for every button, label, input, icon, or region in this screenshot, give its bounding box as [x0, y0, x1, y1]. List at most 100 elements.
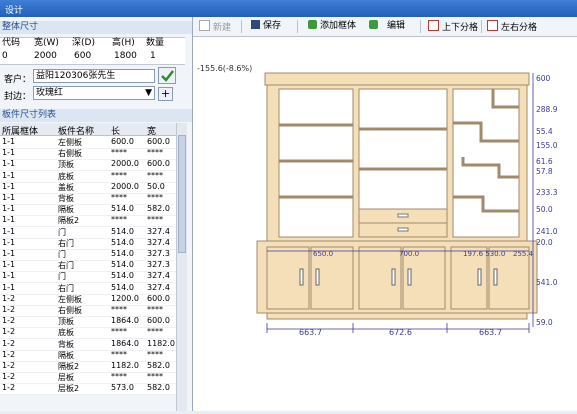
svg-text:241.0: 241.0: [536, 227, 558, 236]
table-cell: ****: [147, 193, 163, 202]
table-cell: 327.3: [147, 249, 170, 258]
svg-text:50.0: 50.0: [536, 205, 553, 214]
edit-icon: [369, 20, 378, 29]
drawer-handle: [398, 228, 408, 231]
table-cell: 514.0: [111, 271, 134, 280]
table-cell: 514.0: [111, 204, 134, 213]
table-cell: 573.0: [111, 383, 134, 392]
inner-dim-2: 700.0: [399, 250, 419, 258]
table-cell: 582.0: [147, 204, 170, 213]
table-cell: ****: [111, 350, 127, 359]
chevron-down-icon: ▼: [145, 87, 152, 99]
table-cell: 1-1: [2, 215, 15, 224]
split-vertical-icon: [428, 20, 439, 31]
table-cell: 1-1: [2, 260, 15, 269]
check-icon: [159, 68, 175, 83]
save-disk-icon: [251, 20, 260, 29]
table-cell: ****: [111, 327, 127, 336]
table-cell: 1-1: [2, 204, 15, 213]
dim-value-qty[interactable]: 1: [150, 50, 156, 62]
table-cell: 1-2: [2, 383, 15, 392]
table-cell: ****: [147, 171, 163, 180]
dim-header-qty: 数量: [146, 37, 164, 49]
cabinet-crown[interactable]: [265, 73, 529, 85]
table-cell: 1864.0: [111, 339, 139, 348]
plinth[interactable]: [267, 313, 527, 319]
inner-dim-4: 255.4: [513, 250, 534, 258]
edit-button[interactable]: 编辑: [369, 20, 405, 33]
table-cell: 582.0: [147, 361, 170, 370]
split-horizontal-button[interactable]: 左右分格: [487, 20, 537, 33]
table-cell: 1-1: [2, 271, 15, 280]
new-button[interactable]: 新建: [199, 20, 231, 33]
split-vertical-button[interactable]: 上下分格: [428, 20, 478, 33]
inner-dim-1: 650.0: [313, 250, 333, 258]
edge-label: 封边：: [4, 89, 31, 102]
table-cell: ****: [111, 372, 127, 381]
left-bay[interactable]: [279, 89, 353, 237]
table-cell: ****: [147, 350, 163, 359]
save-button[interactable]: 保存: [251, 20, 281, 33]
table-cell: 50.0: [147, 182, 165, 191]
table-cell: 327.4: [147, 227, 170, 236]
bottom-dim-3: 663.7: [479, 328, 502, 337]
table-cell: 1-2: [2, 294, 15, 303]
dim-header-width: 宽(W): [34, 37, 59, 49]
table-cell: 1-2: [2, 372, 15, 381]
table-cell: 1864.0: [111, 316, 139, 325]
middle-bay[interactable]: [359, 89, 447, 209]
table-cell: 600.0: [111, 137, 134, 146]
add-cabinet-button[interactable]: 添加框体: [308, 20, 356, 33]
drawer-handle: [398, 214, 408, 217]
table-cell: ****: [111, 148, 127, 157]
table-cell: ****: [111, 215, 127, 224]
inner-dim-3: 197.6 530.0: [463, 250, 505, 258]
table-row[interactable]: 1-2层板3********: [0, 394, 176, 395]
table-header: 所属框体 板件名称 长 宽: [0, 123, 176, 136]
table-cell: 1-1: [2, 159, 15, 168]
table-cell: 514.0: [111, 249, 134, 258]
new-file-icon: [199, 20, 210, 31]
table-cell: 1-2: [2, 339, 15, 348]
table-cell: ****: [147, 215, 163, 224]
customer-input[interactable]: 益阳120306张先生: [33, 69, 155, 83]
svg-text:155.0: 155.0: [536, 141, 558, 150]
table-cell: ****: [111, 305, 127, 314]
table-cell: 327.4: [147, 283, 170, 292]
table-cell: ****: [111, 171, 127, 180]
title-bar: 设计: [0, 0, 577, 17]
svg-text:59.0: 59.0: [536, 318, 553, 327]
table-cell: 327.4: [147, 238, 170, 247]
table-cell: 1182.0: [147, 339, 175, 348]
add-edge-button[interactable]: +: [158, 87, 173, 101]
dim-value-width[interactable]: 2000: [34, 50, 57, 62]
table-scrollbar[interactable]: [176, 123, 187, 411]
svg-text:20.0: 20.0: [536, 238, 553, 247]
dim-value-code[interactable]: 0: [2, 50, 8, 62]
table-cell: 600.0: [147, 294, 170, 303]
right-dims: 600 288.9 55.4 155.0 61.6 57.8 233.3 50.…: [536, 74, 558, 327]
dim-value-depth[interactable]: 600: [74, 50, 91, 62]
plus-icon: +: [161, 87, 170, 100]
table-cell: ****: [147, 148, 163, 157]
add-cabinet-icon: [308, 20, 317, 29]
edge-select[interactable]: 玫瑰红 ▼: [33, 86, 155, 100]
svg-text:61.6: 61.6: [536, 157, 553, 166]
table-cell: 1-1: [2, 193, 15, 202]
svg-text:541.0: 541.0: [536, 278, 558, 287]
table-cell: 1-1: [2, 148, 15, 157]
window-title: 设计: [5, 3, 23, 16]
design-canvas[interactable]: -155.6(-8.6%): [193, 37, 577, 411]
svg-text:600: 600: [536, 74, 551, 83]
dim-value-height[interactable]: 1800: [114, 50, 137, 62]
table-cell: 600.0: [147, 159, 170, 168]
dim-header-height: 高(H): [112, 37, 135, 49]
dim-header-depth: 深(D): [72, 37, 95, 49]
bottom-dim-2: 672.6: [389, 328, 412, 337]
toolbar: 新建 保存 添加框体 编辑 上下分格 左右分格: [193, 17, 577, 37]
board-list-title: 板件尺寸列表: [0, 109, 192, 122]
cabinet-drawing: -155.6(-8.6%): [193, 37, 577, 411]
dim-header-code: 代码: [2, 37, 20, 49]
confirm-button[interactable]: [158, 67, 176, 84]
scroll-thumb[interactable]: [178, 135, 186, 253]
